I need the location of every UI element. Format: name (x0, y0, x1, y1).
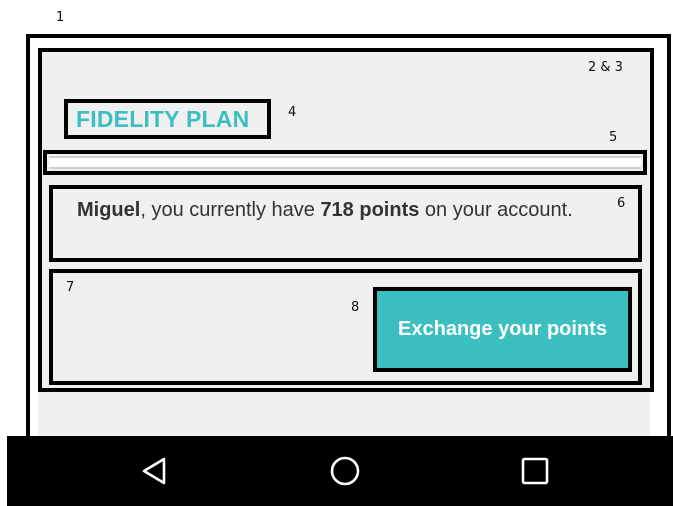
home-icon (330, 456, 360, 486)
annotation-label-7: 7 (66, 280, 75, 295)
annotation-label-1: 1 (56, 10, 65, 25)
message-text-before: , you currently have (140, 199, 321, 221)
recents-icon (521, 457, 549, 485)
annotation-box-6 (49, 185, 642, 262)
points-value: 718 points (320, 199, 420, 221)
recents-button[interactable] (495, 436, 575, 506)
exchange-points-button[interactable]: Exchange your points (377, 291, 628, 368)
user-name: Miguel (77, 199, 141, 221)
annotation-label-6: 6 (617, 196, 626, 211)
message-text-after: on your account. (419, 199, 573, 221)
back-button[interactable] (115, 436, 195, 506)
points-message: Miguel, you currently have 718 points on… (77, 198, 597, 222)
home-button[interactable] (305, 436, 385, 506)
annotation-label-4: 4 (288, 105, 297, 120)
divider (49, 156, 641, 169)
annotation-label-8: 8 (351, 300, 360, 315)
annotation-label-2-3: 2 & 3 (588, 60, 623, 75)
back-icon (142, 457, 166, 485)
annotation-label-5: 5 (609, 130, 618, 145)
navigation-bar (7, 436, 673, 506)
page-title: FIDELITY PLAN (76, 106, 250, 132)
